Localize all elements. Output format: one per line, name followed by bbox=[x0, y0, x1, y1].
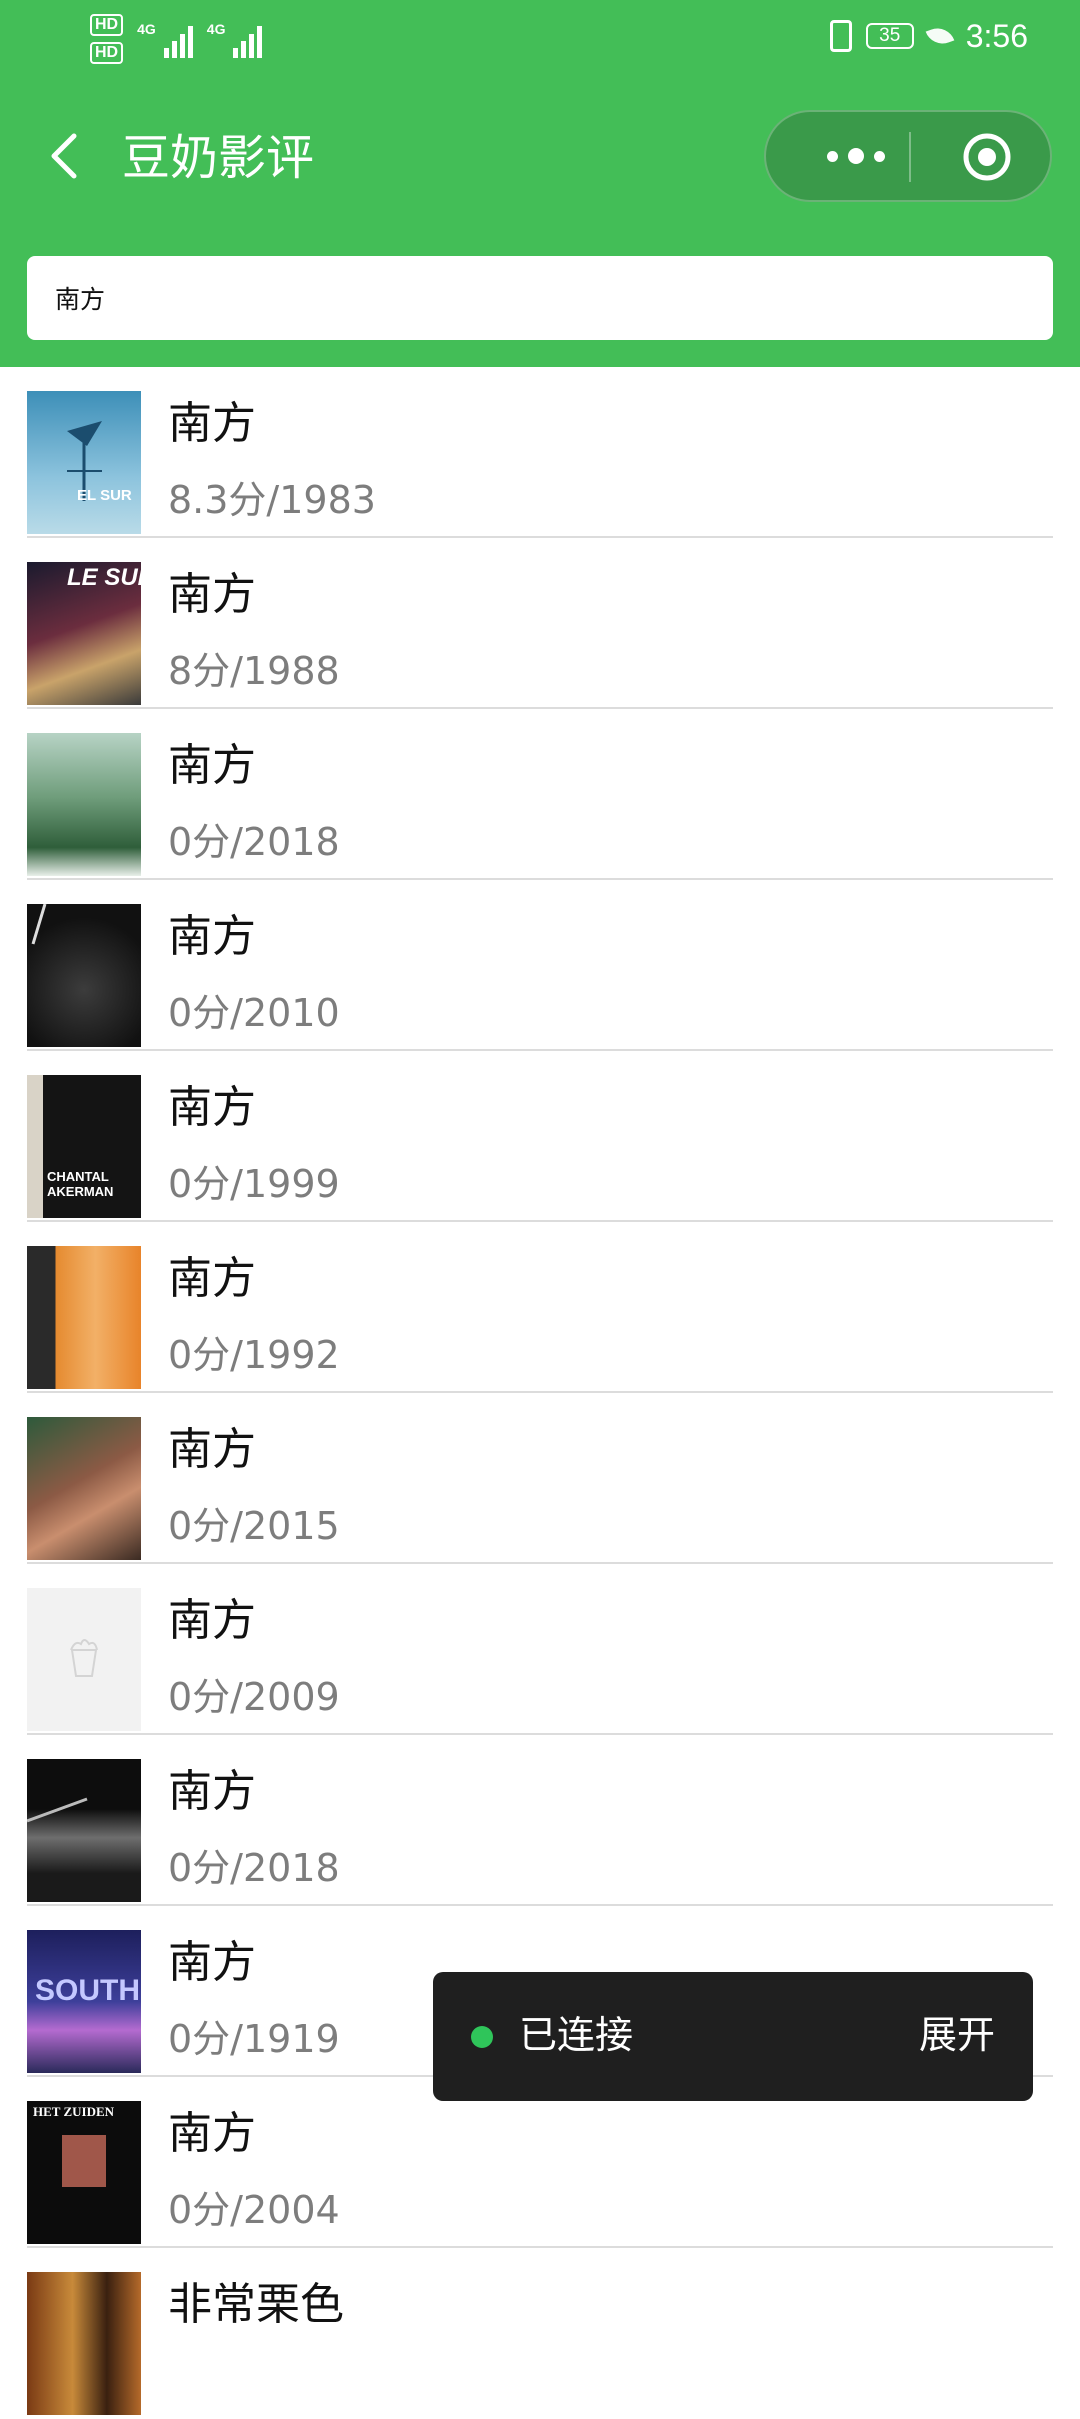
movie-poster: EL SUR bbox=[27, 391, 141, 534]
movie-poster-placeholder bbox=[27, 1588, 141, 1731]
list-item[interactable]: 南方 0分/2010 bbox=[0, 880, 1080, 1051]
connection-status-label: 已连接 bbox=[519, 2013, 634, 2057]
results-list: EL SUR 南方 8.3分/1983 LE SUD 南方 8分/1988 南方… bbox=[0, 367, 1080, 2419]
signal-bars-icon bbox=[163, 24, 193, 58]
connection-toast: 已连接 展开 bbox=[433, 1972, 1033, 2101]
list-item[interactable]: 南方 0分/2018 bbox=[0, 709, 1080, 880]
movie-title: 南方 bbox=[168, 398, 256, 449]
expand-button[interactable]: 展开 bbox=[919, 2010, 995, 2060]
movie-poster: CHANTAL AKERMAN bbox=[27, 1075, 141, 1218]
movie-rating-year: 8.3分/1983 bbox=[168, 478, 376, 522]
movie-poster bbox=[27, 2272, 141, 2415]
movie-title: 南方 bbox=[168, 1082, 256, 1133]
movie-title: 南方 bbox=[168, 1424, 256, 1475]
movie-rating-year: 0分/2018 bbox=[168, 820, 340, 864]
movie-rating-year: 0分/2010 bbox=[168, 991, 340, 1035]
list-item[interactable]: 南方 0分/1992 bbox=[0, 1222, 1080, 1393]
network-type-label: 4G bbox=[137, 21, 156, 37]
movie-poster bbox=[27, 1759, 141, 1902]
movie-rating-year: 0分/1992 bbox=[168, 1333, 340, 1377]
list-item[interactable]: 南方 0分/2018 bbox=[0, 1735, 1080, 1906]
hd-badge: HD bbox=[90, 14, 124, 36]
popcorn-placeholder-icon bbox=[70, 1639, 98, 1677]
movie-rating-year: 0分/2015 bbox=[168, 1504, 340, 1548]
list-item[interactable]: LE SUD 南方 8分/1988 bbox=[0, 538, 1080, 709]
signal-strength-sim2: 4G bbox=[207, 14, 263, 58]
close-mini-program-icon[interactable] bbox=[962, 132, 1012, 182]
movie-title: 南方 bbox=[168, 1937, 256, 1988]
list-item[interactable]: EL SUR 南方 8.3分/1983 bbox=[0, 367, 1080, 538]
list-item[interactable]: CHANTAL AKERMAN 南方 0分/1999 bbox=[0, 1051, 1080, 1222]
vibrate-icon bbox=[829, 20, 852, 52]
movie-title: 南方 bbox=[168, 911, 256, 962]
movie-rating-year: 0分/1919 bbox=[168, 2017, 340, 2061]
movie-poster: HET ZUIDEN bbox=[27, 2101, 141, 2244]
movie-poster bbox=[27, 1417, 141, 1560]
movie-rating-year: 0分/1999 bbox=[168, 1162, 340, 1206]
movie-poster: LE SUD bbox=[27, 562, 141, 705]
movie-title: 南方 bbox=[168, 569, 256, 620]
movie-poster bbox=[27, 733, 141, 876]
mini-program-capsule bbox=[764, 110, 1052, 202]
movie-poster: SOUTH bbox=[27, 1930, 141, 2073]
capsule-divider bbox=[909, 132, 911, 182]
list-item[interactable]: 南方 0分/2015 bbox=[0, 1393, 1080, 1564]
signal-strength-sim1: 4G bbox=[137, 14, 193, 58]
movie-title: 南方 bbox=[168, 740, 256, 791]
list-item[interactable]: HET ZUIDEN 南方 0分/2004 bbox=[0, 2077, 1080, 2248]
status-time: 3:56 bbox=[965, 18, 1028, 54]
connected-status-dot bbox=[471, 2026, 493, 2048]
movie-title: 南方 bbox=[168, 1595, 256, 1646]
search-box bbox=[27, 256, 1053, 340]
movie-title: 非常栗色 bbox=[168, 2279, 344, 2330]
hd-badges: HD HD bbox=[90, 14, 124, 64]
more-options-icon[interactable] bbox=[806, 112, 906, 200]
movie-rating-year: 0分/2004 bbox=[168, 2188, 340, 2232]
status-right: 35 3:56 bbox=[829, 18, 1028, 54]
signal-group: HD HD 4G 4G bbox=[90, 14, 263, 64]
search-input[interactable] bbox=[27, 256, 1053, 340]
list-item[interactable]: 非常栗色 bbox=[0, 2248, 1080, 2419]
hd-badge: HD bbox=[90, 42, 124, 64]
nav-bar: 豆奶影评 bbox=[0, 100, 1080, 215]
movie-title: 南方 bbox=[168, 1253, 256, 1304]
status-bar: HD HD 4G 4G 35 3:56 bbox=[0, 0, 1080, 84]
movie-rating-year: 8分/1988 bbox=[168, 649, 340, 693]
movie-rating-year: 0分/2018 bbox=[168, 1846, 340, 1890]
network-type-label: 4G bbox=[206, 21, 226, 37]
power-saver-leaf-icon bbox=[925, 23, 955, 49]
app-header: HD HD 4G 4G 35 3:56 豆奶影评 南方 bbox=[0, 0, 1080, 367]
page-title: 豆奶影评 bbox=[122, 130, 315, 186]
movie-title: 南方 bbox=[168, 2108, 256, 2159]
list-item[interactable]: 南方 0分/2009 bbox=[0, 1564, 1080, 1735]
movie-poster bbox=[27, 904, 141, 1047]
signal-bars-icon bbox=[233, 24, 263, 58]
movie-poster bbox=[27, 1246, 141, 1389]
back-arrow-icon[interactable] bbox=[40, 128, 96, 184]
movie-rating-year: 0分/2009 bbox=[168, 1675, 340, 1719]
battery-icon: 35 bbox=[865, 23, 914, 49]
movie-title: 南方 bbox=[168, 1766, 256, 1817]
